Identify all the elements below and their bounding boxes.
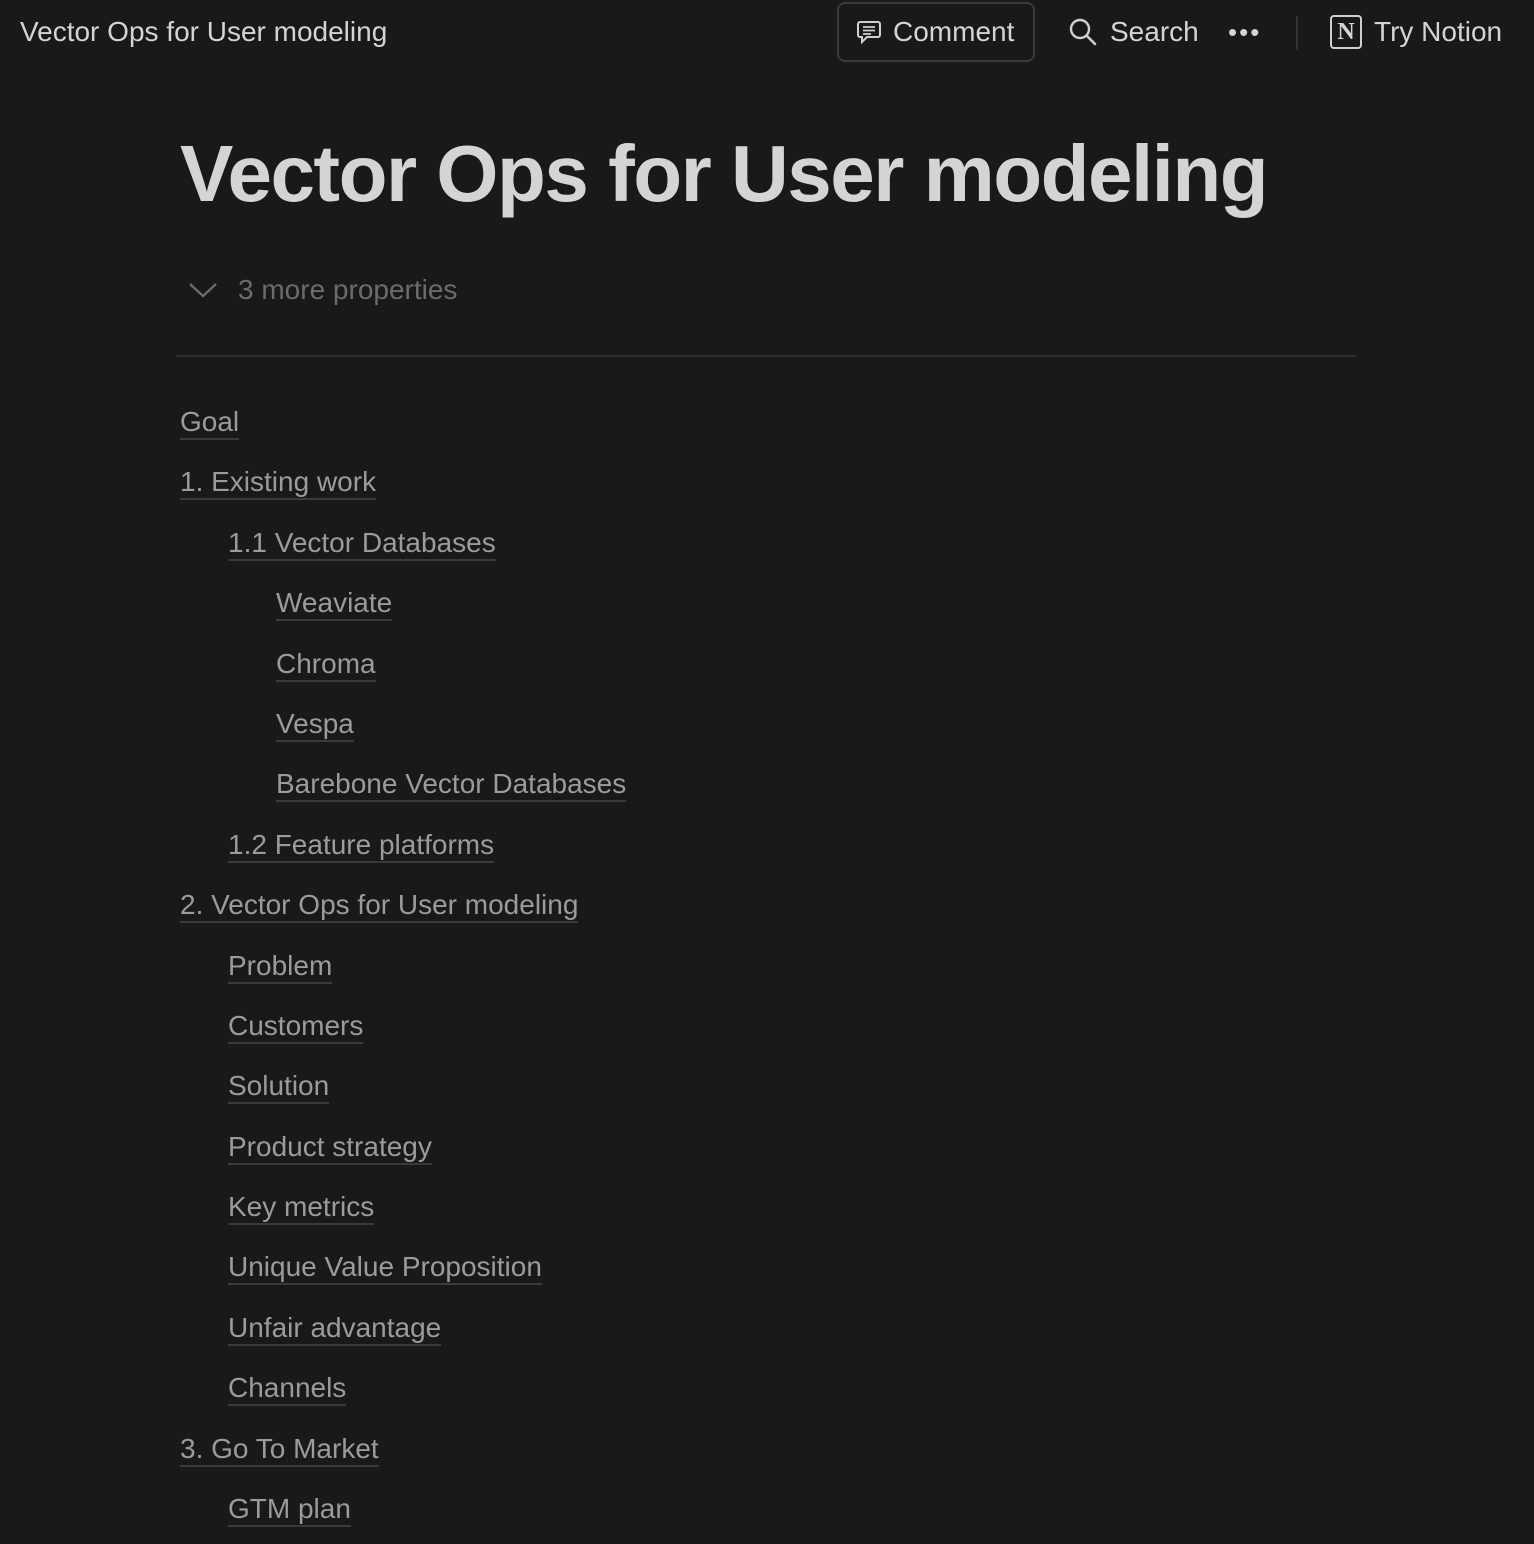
toc-item[interactable]: Chroma bbox=[180, 634, 626, 694]
toc-item[interactable]: Goal bbox=[180, 392, 626, 452]
toc-item-label: Goal bbox=[180, 406, 240, 440]
search-button[interactable]: Search bbox=[1068, 2, 1199, 62]
toc-item[interactable]: Product strategy bbox=[180, 1117, 626, 1177]
toc-item-label: Channels bbox=[228, 1372, 347, 1407]
toc-item-label: Product strategy bbox=[228, 1130, 432, 1165]
toc-item-label: 1.2 Feature platforms bbox=[228, 828, 495, 863]
search-icon bbox=[1069, 18, 1097, 46]
chevron-down-icon bbox=[189, 283, 217, 298]
toc-item-label: Weaviate bbox=[276, 587, 393, 622]
try-notion-button[interactable]: N Try Notion bbox=[1330, 2, 1502, 62]
toc-item[interactable]: 2. Vector Ops for User modeling bbox=[180, 875, 626, 935]
toc-item-label: GTM plan bbox=[228, 1493, 351, 1528]
toc-item[interactable]: 1. Existing work bbox=[180, 452, 626, 512]
toc-item-label: Key metrics bbox=[228, 1191, 375, 1226]
toc-item-label: Vespa bbox=[276, 707, 354, 742]
toc-item[interactable]: Weaviate bbox=[180, 573, 626, 633]
toc-item[interactable]: Customers bbox=[180, 996, 626, 1056]
breadcrumb[interactable]: Vector Ops for User modeling bbox=[20, 16, 387, 48]
toc-item[interactable]: Key metrics bbox=[180, 1177, 626, 1237]
toc-item-label: Unfair advantage bbox=[228, 1311, 442, 1346]
section-divider bbox=[176, 355, 1356, 357]
toc-item[interactable]: Solution bbox=[180, 1056, 626, 1116]
comment-icon bbox=[857, 21, 881, 45]
search-label: Search bbox=[1110, 16, 1199, 47]
toc-item-label: Problem bbox=[228, 949, 333, 984]
toc-item[interactable]: Unfair advantage bbox=[180, 1298, 626, 1358]
toc-item-label: 1. Existing work bbox=[180, 466, 377, 501]
toc-item[interactable]: Vespa bbox=[180, 694, 626, 754]
toc-item[interactable]: GTM plan bbox=[180, 1479, 626, 1539]
notion-logo-icon: N bbox=[1330, 15, 1362, 49]
toc-item-label: Customers bbox=[228, 1009, 364, 1044]
properties-toggle[interactable]: 3 more properties bbox=[188, 274, 457, 306]
toc-item-label: 3. Go To Market bbox=[180, 1432, 379, 1467]
toc-item[interactable]: Channels bbox=[180, 1358, 626, 1418]
more-options-button[interactable]: ••• bbox=[1228, 2, 1261, 62]
comment-button[interactable]: Comment bbox=[837, 2, 1035, 62]
toc-item-label: Barebone Vector Databases bbox=[276, 768, 627, 803]
divider bbox=[1296, 16, 1298, 50]
toc-item[interactable]: Problem bbox=[180, 936, 626, 996]
toc-item-label: Chroma bbox=[276, 647, 376, 682]
table-of-contents: Goal 1. Existing work 1.1 Vector Databases… bbox=[180, 392, 627, 1539]
properties-toggle-label: 3 more properties bbox=[238, 274, 458, 305]
toc-item[interactable]: 3. Go To Market bbox=[180, 1419, 626, 1479]
top-bar: Vector Ops for User modeling Comment Sea… bbox=[0, 0, 1534, 66]
toc-item-label: Unique Value Proposition bbox=[228, 1251, 542, 1286]
try-notion-label: Try Notion bbox=[1374, 16, 1503, 47]
toc-item[interactable]: 1.1 Vector Databases bbox=[180, 513, 626, 573]
toc-item[interactable]: 1.2 Feature platforms bbox=[180, 815, 626, 875]
toc-item-label: Solution bbox=[228, 1070, 330, 1105]
page-title: Vector Ops for User modeling bbox=[180, 129, 1269, 218]
toc-item-label: 2. Vector Ops for User modeling bbox=[180, 889, 579, 924]
comment-label: Comment bbox=[893, 16, 1015, 47]
toc-item[interactable]: Barebone Vector Databases bbox=[180, 754, 627, 814]
toc-item[interactable]: Unique Value Proposition bbox=[180, 1237, 626, 1297]
toc-item-label: 1.1 Vector Databases bbox=[228, 526, 496, 561]
